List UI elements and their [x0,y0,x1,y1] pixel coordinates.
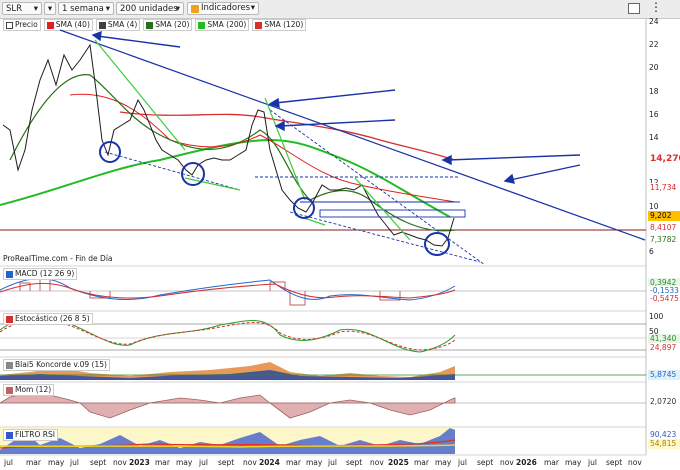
legend-swatch [6,431,13,439]
sma-20-line [9,74,456,232]
legend-swatch [6,315,13,323]
price-tag-sma200: 8,4107 [648,223,680,233]
legend-swatch [6,386,13,394]
time-axis-label: sept [346,458,363,467]
rsi-filter-tag: 54,815 [648,439,680,449]
panel-label-text: Mom (12) [15,385,52,394]
koncorde-panel-label[interactable]: Blai5 Koncorde v.09 (15) [3,359,110,371]
stochastic-panel-label[interactable]: Estocástico (26 8 5) [3,313,93,325]
sma-200-line [0,138,451,218]
rsi-filter-panel-label[interactable]: FILTRO RSI [3,429,58,441]
price-tag-sma120: 14,270 [648,154,680,164]
chart-canvas[interactable] [0,0,680,470]
time-axis-label: sept [606,458,623,467]
time-axis-label: 2024 [259,458,280,467]
time-axis-label: may [565,458,582,467]
stoch-tag: 24,897 [648,343,680,353]
time-axis-label: mar [155,458,170,467]
momentum-panel-label[interactable]: Mom (12) [3,384,55,396]
time-axis-label: jul [4,458,13,467]
time-axis-label: jul [199,458,208,467]
panel-label-text: Blai5 Koncorde v.09 (15) [15,360,107,369]
time-axis-label: mar [544,458,559,467]
time-axis-label: may [176,458,193,467]
time-axis-label: nov [500,458,514,467]
macd-signal [0,282,456,299]
time-axis-label: mar [286,458,301,467]
price-axis-label: 18 [649,87,659,96]
price-axis-label: 20 [649,63,659,72]
time-axis-label: jul [458,458,467,467]
sma-120-line [119,111,456,161]
source-label: ProRealTime.com - Fin de Día [3,254,113,263]
koncorde-tag: 5,8745 [648,370,680,380]
legend-swatch [6,361,13,369]
price-axis-label: 16 [649,110,659,119]
price-axis-label: 10 [649,202,659,211]
macd-tag: -0,5475 [648,294,680,304]
time-axis-label: jul [588,458,597,467]
time-axis-label: 2023 [129,458,150,467]
macd-panel-label[interactable]: MACD (12 26 9) [3,268,78,280]
price-tag-sma20: 7,3782 [648,235,680,245]
price-tag-last: 9,202 [648,211,680,221]
momentum-area [0,392,456,419]
time-axis-label: 2026 [516,458,537,467]
time-axis-label: jul [70,458,79,467]
time-axis-label: sept [477,458,494,467]
time-axis-label: sept [218,458,235,467]
time-axis-label: nov [243,458,257,467]
macd-histogram [19,277,401,306]
time-axis-label: may [435,458,452,467]
momentum-tag: 2,0720 [648,397,680,407]
time-axis-label: sept [90,458,107,467]
price-axis-label: 6 [649,247,654,256]
price-axis-label: 24 [649,17,659,26]
panel-label-text: Estocástico (26 8 5) [15,314,90,323]
price-axis-label: 14 [649,133,659,142]
time-axis-label: may [306,458,323,467]
time-axis-label: nov [628,458,642,467]
time-axis-label: nov [370,458,384,467]
time-axis-label: may [48,458,65,467]
price-axis-label: 22 [649,40,659,49]
stoch-axis-label: 100 [649,312,664,321]
panel-label-text: FILTRO RSI [15,430,55,439]
time-axis-label: nov [113,458,127,467]
price-tag-sma40: 11,734 [648,183,680,193]
time-axis-label: jul [328,458,337,467]
legend-swatch [6,270,13,278]
time-axis-label: 2025 [388,458,409,467]
time-axis-label: mar [26,458,41,467]
panel-label-text: MACD (12 26 9) [15,269,75,278]
time-axis-label: mar [414,458,429,467]
